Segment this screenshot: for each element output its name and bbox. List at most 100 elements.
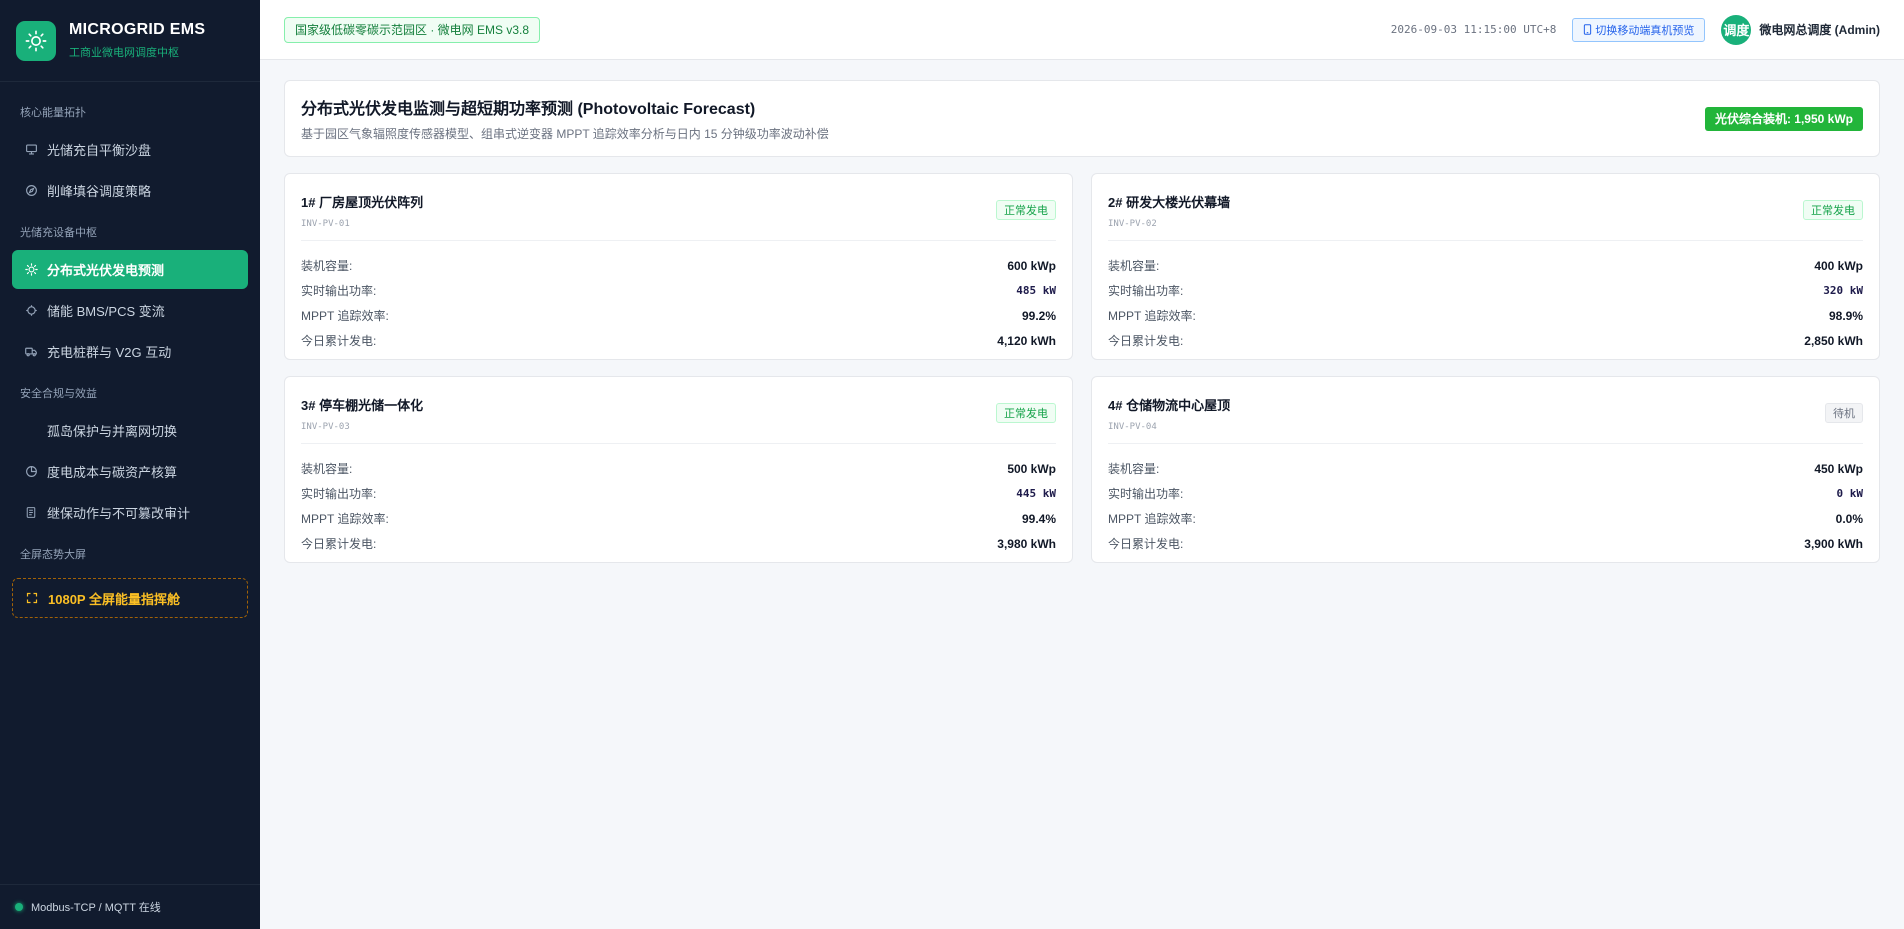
- card-title: 4# 仓储物流中心屋顶: [1108, 398, 1231, 413]
- status-badge: 待机: [1825, 403, 1863, 423]
- power-label: 实时输出功率:: [1108, 284, 1184, 298]
- sun-icon: [24, 263, 38, 277]
- power-value: 320 kW: [1823, 284, 1863, 297]
- sidebar-item-audit[interactable]: 继保动作与不可篡改审计: [12, 493, 248, 532]
- sidebar-item-label: 削峰填谷调度策略: [47, 184, 152, 199]
- nav-section-label: 全屏态势大屏: [20, 549, 86, 561]
- energy-value: 4,120 kWh: [997, 333, 1056, 348]
- top-header: 国家级低碳零碳示范园区 · 微电网 EMS v3.8 2026-09-03 11…: [260, 0, 1904, 60]
- timestamp: 2026-09-03 11:15:00 UTC+8: [1390, 23, 1557, 36]
- nav-section-label: 光储充设备中枢: [20, 227, 97, 239]
- monitor-icon: [24, 143, 38, 157]
- connection-status-text: Modbus-TCP / MQTT 在线: [31, 902, 161, 914]
- sidebar-item-label: 分布式光伏发电预测: [47, 263, 165, 278]
- energy-label: 今日累计发电:: [301, 334, 377, 348]
- page-description: 基于园区气象辐照度传感器模型、组串式逆变器 MPPT 追踪效率分析与日内 15 …: [301, 127, 829, 141]
- sidebar-item-label: 储能 BMS/PCS 变流: [47, 304, 165, 319]
- pie-icon: [24, 465, 38, 479]
- nav-section-label: 核心能量拓扑: [20, 107, 86, 119]
- power-label: 实时输出功率:: [301, 284, 377, 298]
- power-value: 0 kW: [1836, 487, 1864, 500]
- blank-icon: [24, 424, 38, 438]
- status-badge: 正常发电: [996, 403, 1056, 423]
- phone-icon: [1583, 24, 1592, 35]
- brand-subtitle: 工商业微电网调度中枢: [69, 47, 179, 59]
- status-dot-icon: [15, 903, 23, 911]
- brand-title: MICROGRID EMS: [69, 21, 206, 38]
- sidebar-item-cost-carbon[interactable]: 度电成本与碳资产核算: [12, 452, 248, 491]
- inverter-code: INV-PV-03: [301, 422, 350, 432]
- sidebar-item-pv-forecast[interactable]: 分布式光伏发电预测: [12, 250, 248, 289]
- power-value: 445 kW: [1016, 487, 1056, 500]
- main-content: 分布式光伏发电监测与超短期功率预测 (Photovoltaic Forecast…: [284, 80, 1880, 563]
- brand[interactable]: MICROGRID EMS 工商业微电网调度中枢: [0, 0, 260, 82]
- sidebar-item-bms-pcs[interactable]: 储能 BMS/PCS 变流: [12, 291, 248, 330]
- mppt-label: MPPT 追踪效率:: [1108, 512, 1196, 526]
- fullscreen-icon: [25, 591, 39, 605]
- truck-icon: [24, 345, 38, 359]
- card-title: 2# 研发大楼光伏幕墙: [1108, 195, 1231, 210]
- page-title: 分布式光伏发电监测与超短期功率预测 (Photovoltaic Forecast…: [301, 101, 756, 118]
- pv-array-card[interactable]: 4# 仓储物流中心屋顶 INV-PV-04 待机 装机容量: 450 kWp 实时…: [1091, 376, 1880, 563]
- energy-label: 今日累计发电:: [301, 537, 377, 551]
- sidebar-item-label: 光储充自平衡沙盘: [47, 143, 152, 158]
- inverter-code: INV-PV-04: [1108, 422, 1157, 432]
- energy-value: 3,900 kWh: [1804, 536, 1863, 551]
- user-name[interactable]: 微电网总调度 (Admin): [1759, 21, 1880, 38]
- card-title: 3# 停车棚光储一体化: [301, 398, 424, 413]
- document-icon: [24, 506, 38, 520]
- pv-array-card[interactable]: 1# 厂房屋顶光伏阵列 INV-PV-01 正常发电 装机容量: 600 kWp …: [284, 173, 1073, 360]
- sidebar-nav: 核心能量拓扑 光储充自平衡沙盘 削峰填谷调度策略 光储充设备中枢 分布式光伏发电…: [0, 82, 260, 618]
- sidebar-item-label: 度电成本与碳资产核算: [47, 465, 178, 480]
- status-badge: 正常发电: [996, 200, 1056, 220]
- energy-label: 今日累计发电:: [1108, 334, 1184, 348]
- energy-value: 3,980 kWh: [997, 536, 1056, 551]
- capacity-value: 400 kWp: [1814, 258, 1863, 273]
- total-capacity-badge: 光伏综合装机: 1,950 kWp: [1704, 106, 1863, 131]
- inverter-code: INV-PV-02: [1108, 219, 1157, 229]
- chip-icon: [24, 304, 38, 318]
- nav-section-label: 安全合规与效益: [20, 388, 97, 400]
- sidebar-item-charging-v2g[interactable]: 充电桩群与 V2G 互动: [12, 332, 248, 371]
- sidebar-item-island-protection[interactable]: 孤岛保护与并离网切换: [12, 411, 248, 450]
- mppt-label: MPPT 追踪效率:: [301, 309, 389, 323]
- sidebar-item-fullscreen-cockpit[interactable]: 1080P 全屏能量指挥舱: [12, 578, 248, 618]
- mobile-preview-button[interactable]: 切换移动端真机预览: [1572, 17, 1706, 42]
- capacity-label: 装机容量:: [1108, 259, 1160, 273]
- energy-label: 今日累计发电:: [1108, 537, 1184, 551]
- sidebar: MICROGRID EMS 工商业微电网调度中枢 核心能量拓扑 光储充自平衡沙盘…: [0, 0, 260, 929]
- status-badge: 正常发电: [1803, 200, 1863, 220]
- power-label: 实时输出功率:: [301, 487, 377, 501]
- mobile-preview-label: 切换移动端真机预览: [1595, 24, 1695, 37]
- avatar[interactable]: 调度: [1721, 14, 1752, 45]
- energy-value: 2,850 kWh: [1804, 333, 1863, 348]
- capacity-label: 装机容量:: [301, 462, 353, 476]
- capacity-value: 450 kWp: [1814, 461, 1863, 476]
- connection-status: Modbus-TCP / MQTT 在线: [0, 884, 260, 929]
- sidebar-item-label: 1080P 全屏能量指挥舱: [48, 591, 180, 607]
- pv-array-card[interactable]: 2# 研发大楼光伏幕墙 INV-PV-02 正常发电 装机容量: 400 kWp …: [1091, 173, 1880, 360]
- mppt-label: MPPT 追踪效率:: [1108, 309, 1196, 323]
- capacity-value: 600 kWp: [1007, 258, 1056, 273]
- pv-array-card[interactable]: 3# 停车棚光储一体化 INV-PV-03 正常发电 装机容量: 500 kWp …: [284, 376, 1073, 563]
- page-header: 分布式光伏发电监测与超短期功率预测 (Photovoltaic Forecast…: [284, 80, 1880, 157]
- compass-icon: [24, 184, 38, 198]
- power-label: 实时输出功率:: [1108, 487, 1184, 501]
- sidebar-item-peak-shaving[interactable]: 削峰填谷调度策略: [12, 171, 248, 210]
- mppt-value: 99.2%: [1021, 308, 1056, 323]
- sidebar-item-label: 充电桩群与 V2G 互动: [47, 345, 172, 360]
- pv-array-grid: 1# 厂房屋顶光伏阵列 INV-PV-01 正常发电 装机容量: 600 kWp …: [284, 173, 1880, 563]
- mppt-value: 99.4%: [1021, 511, 1056, 526]
- sidebar-item-label: 继保动作与不可篡改审计: [47, 506, 191, 521]
- capacity-label: 装机容量:: [301, 259, 353, 273]
- sidebar-item-balance-sandbox[interactable]: 光储充自平衡沙盘: [12, 130, 248, 169]
- power-value: 485 kW: [1016, 284, 1056, 297]
- capacity-label: 装机容量:: [1108, 462, 1160, 476]
- mppt-value: 98.9%: [1828, 308, 1863, 323]
- inverter-code: INV-PV-01: [301, 219, 350, 229]
- site-badge: 国家级低碳零碳示范园区 · 微电网 EMS v3.8: [284, 16, 541, 43]
- capacity-value: 500 kWp: [1007, 461, 1056, 476]
- sun-icon: [16, 20, 56, 61]
- card-title: 1# 厂房屋顶光伏阵列: [301, 195, 424, 210]
- sidebar-item-label: 孤岛保护与并离网切换: [47, 424, 178, 439]
